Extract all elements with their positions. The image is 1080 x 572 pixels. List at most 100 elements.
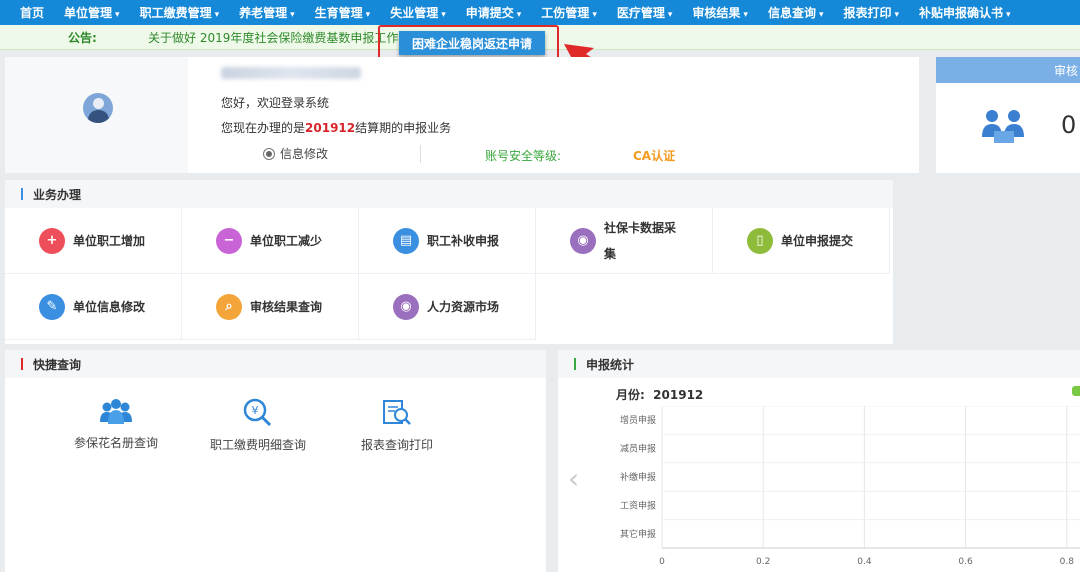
quick-query-title: 快捷查询 [5,350,546,378]
quick-item-label: 职工缴费明细查询 [209,438,306,452]
nav-item-8[interactable]: 医疗管理 ▾ [607,4,683,21]
quick-item-label: 参保花名册查询 [73,436,158,450]
chevron-down-icon: ▾ [115,10,120,20]
nav-item-1[interactable]: 单位管理 ▾ [54,4,130,21]
nav-item-5[interactable]: 失业管理 ▾ [380,4,456,21]
info-edit-label: 信息修改 [280,147,329,161]
period-text: 您现在办理的是201912结算期的申报业务 [221,121,452,135]
x-tick-label: 0.2 [756,557,770,567]
y-category-label: 增员申报 [620,414,656,426]
nav-item-12[interactable]: 补贴申报确认书 ▾ [909,4,1021,21]
user-add-icon: + [39,227,65,254]
dropdown-item-stabilization-refund[interactable]: 困难企业稳岗返还申请 [399,31,545,55]
users-icon: ◉ [570,227,596,254]
x-tick-label: 0.6 [958,557,973,567]
chevron-down-icon: ▾ [441,10,446,20]
radio-icon [263,147,275,160]
notice-label: 公告: [68,30,97,45]
roster-icon [100,399,132,424]
period-value: 201912 [305,121,356,135]
chevron-down-icon: ▾ [743,10,748,20]
chevron-down-icon: ▾ [818,10,824,20]
audit-count: 0 [1061,111,1077,139]
payment-search-icon: ¥ [243,398,272,427]
business-grid: + 单位职工增加 − 单位职工减少 ▤ 职工补收申报 ◉ 社保卡数据采集 ▯ 单位申报提交 ✎ 单位信… [5,208,893,344]
nav-item-7[interactable]: 工伤管理 ▾ [531,4,607,21]
business-item-label: 单位信息修改 [73,299,146,314]
y-category-label: 其它申报 [620,528,656,540]
quick-item-label: 报表查询打印 [360,438,433,452]
y-category-label: 补缴申报 [620,471,656,483]
business-item-label: 社保卡数据采集 [604,220,677,261]
x-tick-label: 0.8 [1060,557,1075,567]
declaration-stats-chart: 0 0.2 0.4 0.6 0.8 增员申报减员申报补缴申报工资申报其它申报 [620,406,1080,567]
top-nav: 首页 单位管理 ▾ 职工缴费管理 ▾ 养老管理 ▾ 生育管理 ▾ 失业管理 ▾ 申请提交 ▾ 工伤管理 ▾ 医… [0,0,1080,25]
nav-item-4[interactable]: 生育管理 ▾ [305,4,381,21]
business-item-label: 单位职工增加 [73,233,146,248]
business-item[interactable]: ◉ 社保卡数据采集 [536,208,713,274]
x-tick-label: 0.4 [857,557,872,567]
business-item[interactable]: + 单位职工增加 [5,208,182,274]
card-icon: ▤ [393,227,419,254]
business-item-label: 审核结果查询 [250,299,323,314]
nav-item-0[interactable]: 首页 [10,4,54,21]
chevron-down-icon: ▾ [214,10,220,20]
user-remove-icon: − [216,227,242,254]
nav-item-2[interactable]: 职工缴费管理 ▾ [130,4,230,21]
business-item[interactable]: ▤ 职工补收申报 [359,208,536,274]
edit-icon: ✎ [39,293,65,320]
month-label: 月份: 201912 [616,388,704,402]
business-item[interactable]: ✎ 单位信息修改 [5,274,182,340]
nav-item-6[interactable]: 申请提交 ▾ [456,4,532,21]
stats-panel: 申报统计 月份: 201912 ‹ 0 0.2 0.4 0.6 0.8 增员申报 减员申报补… [558,350,1080,572]
report-query-button[interactable]: 报表查询打印 [332,398,462,453]
divider [420,145,421,163]
blurred-company-name [221,67,361,79]
audit-card: 审核 0 [936,57,1080,173]
avatar [83,93,113,123]
search-icon: ⌕ [216,293,242,320]
chevron-down-icon: ▾ [667,10,673,20]
nav-item-11[interactable]: 报表打印 ▾ [833,4,909,21]
business-item-label: 职工补收申报 [427,233,500,248]
stats-panel-title: 申报统计 [558,350,1080,378]
month-value: 201912 [653,388,704,402]
svg-text:¥: ¥ [252,404,259,417]
nav-item-3[interactable]: 养老管理 ▾ [229,4,305,21]
payment-query-button[interactable]: ¥ 职工缴费明细查询 [193,398,323,453]
audit-header: 审核 [936,57,1080,83]
ca-auth-link[interactable]: CA认证 [633,147,675,164]
y-category-label: 减员申报 [620,443,656,455]
document-icon: ▯ [747,227,773,254]
security-level-label: 账号安全等级: [485,149,562,163]
report-search-icon [383,400,411,425]
welcome-text: 您好，欢迎登录系统 [221,96,330,110]
business-panel-title: 业务办理 [5,180,893,208]
chevron-down-icon: ▾ [365,10,371,20]
chevron-down-icon: ▾ [516,10,522,20]
info-edit-button[interactable]: 信息修改 [263,145,328,162]
audit-title: 审核 [1053,63,1078,78]
business-item-label: 单位申报提交 [781,233,854,248]
nav-item-9[interactable]: 审核结果 ▾ [682,4,758,21]
business-item[interactable]: − 单位职工减少 [182,208,359,274]
business-item[interactable]: ▯ 单位申报提交 [713,208,890,274]
business-item-label: 人力资源市场 [427,299,500,314]
chevron-down-icon: ▾ [1006,10,1011,20]
business-item[interactable]: ◉ 人力资源市场 [359,274,536,340]
user-card: 您好，欢迎登录系统 您现在办理的是201912结算期的申报业务 信息修改 账号安… [5,57,919,173]
nav-item-10[interactable]: 信息查询 ▾ [758,4,834,21]
avatar-area [5,57,188,173]
legend-marker [1072,386,1080,396]
y-category-label: 工资申报 [620,499,656,511]
quick-query-panel: 快捷查询 参保花名册查询 ¥ 职工缴费明细查询 报表查询打印 [5,350,546,572]
business-item-label: 单位职工减少 [250,233,323,248]
business-panel: 业务办理 + 单位职工增加 − 单位职工减少 ▤ 职工补收申报 ◉ 社保卡数据采集 ▯ 单位申报提… [5,180,893,344]
roster-query-button[interactable]: 参保花名册查询 [51,398,181,451]
chevron-down-icon: ▾ [290,10,295,20]
group-icon: ◉ [393,293,419,320]
chevron-down-icon: ▾ [894,10,900,20]
people-icon [982,110,1024,143]
business-item[interactable]: ⌕ 审核结果查询 [182,274,359,340]
x-tick-label: 0 [659,557,665,567]
